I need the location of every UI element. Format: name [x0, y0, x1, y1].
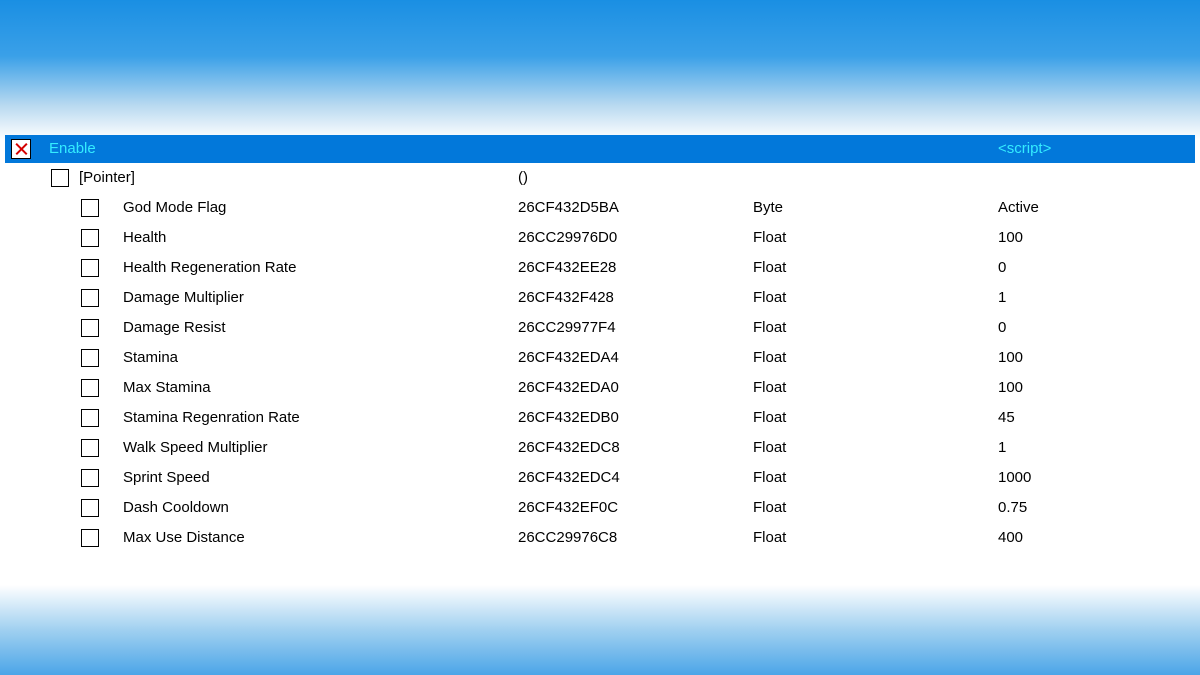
checkbox-pointer[interactable]	[51, 169, 69, 187]
row-description: Health Regeneration Rate	[123, 253, 518, 283]
row-address[interactable]: 26CF432EF0C	[518, 493, 753, 523]
row-description: Dash Cooldown	[123, 493, 518, 523]
row-address[interactable]: 26CF432EE28	[518, 253, 753, 283]
checkbox-row[interactable]	[81, 259, 99, 277]
table-row[interactable]: Max Use Distance26CC29976C8Float400	[5, 523, 1195, 553]
row-type[interactable]: Float	[753, 433, 998, 463]
row-value[interactable]: 0	[998, 313, 1195, 343]
row-value[interactable]: 1000	[998, 463, 1195, 493]
row-value[interactable]: 100	[998, 223, 1195, 253]
pointer-row[interactable]: [Pointer] ()	[5, 163, 1195, 193]
table-row[interactable]: Stamina26CF432EDA4Float100	[5, 343, 1195, 373]
row-type[interactable]: Float	[753, 223, 998, 253]
row-description: Stamina	[123, 343, 518, 373]
row-type[interactable]: Float	[753, 343, 998, 373]
checkbox-row[interactable]	[81, 229, 99, 247]
row-address[interactable]: 26CC29977F4	[518, 313, 753, 343]
table-row[interactable]: Walk Speed Multiplier26CF432EDC8Float1	[5, 433, 1195, 463]
table-row[interactable]: Max Stamina26CF432EDA0Float100	[5, 373, 1195, 403]
row-description: Damage Resist	[123, 313, 518, 343]
row-value[interactable]: 45	[998, 403, 1195, 433]
table-row[interactable]: Damage Resist26CC29977F4Float0	[5, 313, 1195, 343]
row-value[interactable]: 1	[998, 433, 1195, 463]
table-row[interactable]: Damage Multiplier26CF432F428Float1	[5, 283, 1195, 313]
row-address[interactable]: 26CC29976D0	[518, 223, 753, 253]
row-description: Stamina Regenration Rate	[123, 403, 518, 433]
table-row[interactable]: Health26CC29976D0Float100	[5, 223, 1195, 253]
header-row-enable[interactable]: Enable <script>	[5, 135, 1195, 163]
checkbox-row[interactable]	[81, 289, 99, 307]
row-description: Sprint Speed	[123, 463, 518, 493]
table-row[interactable]: Stamina Regenration Rate26CF432EDB0Float…	[5, 403, 1195, 433]
row-type[interactable]: Float	[753, 373, 998, 403]
bottom-gradient-banner	[0, 585, 1200, 675]
row-type[interactable]: Float	[753, 313, 998, 343]
header-label: Enable	[49, 135, 518, 163]
row-value[interactable]: 100	[998, 343, 1195, 373]
row-description: Health	[123, 223, 518, 253]
row-value[interactable]: 0	[998, 253, 1195, 283]
row-address[interactable]: 26CF432EDA4	[518, 343, 753, 373]
row-type[interactable]: Float	[753, 463, 998, 493]
checkbox-row[interactable]	[81, 439, 99, 457]
table-row[interactable]: Health Regeneration Rate26CF432EE28Float…	[5, 253, 1195, 283]
row-address[interactable]: 26CF432EDB0	[518, 403, 753, 433]
row-value[interactable]: 1	[998, 283, 1195, 313]
row-value[interactable]: Active	[998, 193, 1195, 223]
row-address[interactable]: 26CF432EDC8	[518, 433, 753, 463]
row-address[interactable]: 26CF432D5BA	[518, 193, 753, 223]
row-value[interactable]: 100	[998, 373, 1195, 403]
row-description: Damage Multiplier	[123, 283, 518, 313]
checkbox-row[interactable]	[81, 349, 99, 367]
row-type[interactable]: Float	[753, 403, 998, 433]
checkbox-row[interactable]	[81, 529, 99, 547]
pointer-address[interactable]: ()	[518, 163, 753, 193]
header-value[interactable]: <script>	[998, 135, 1195, 163]
row-type[interactable]: Float	[753, 253, 998, 283]
table-row[interactable]: Dash Cooldown26CF432EF0CFloat0.75	[5, 493, 1195, 523]
table-row[interactable]: Sprint Speed26CF432EDC4Float1000	[5, 463, 1195, 493]
top-gradient-banner	[0, 0, 1200, 140]
row-address[interactable]: 26CC29976C8	[518, 523, 753, 553]
close-icon[interactable]	[11, 139, 31, 159]
row-description: Max Use Distance	[123, 523, 518, 553]
row-type[interactable]: Byte	[753, 193, 998, 223]
table-row[interactable]: God Mode Flag26CF432D5BAByteActive	[5, 193, 1195, 223]
checkbox-row[interactable]	[81, 199, 99, 217]
row-value[interactable]: 400	[998, 523, 1195, 553]
checkbox-row[interactable]	[81, 409, 99, 427]
row-address[interactable]: 26CF432EDA0	[518, 373, 753, 403]
row-description: Walk Speed Multiplier	[123, 433, 518, 463]
row-address[interactable]: 26CF432F428	[518, 283, 753, 313]
row-type[interactable]: Float	[753, 493, 998, 523]
checkbox-row[interactable]	[81, 499, 99, 517]
row-description: Max Stamina	[123, 373, 518, 403]
cheat-table: Enable <script> [Pointer] () God Mode Fl…	[5, 135, 1195, 553]
checkbox-row[interactable]	[81, 319, 99, 337]
pointer-label: [Pointer]	[79, 163, 518, 193]
checkbox-row[interactable]	[81, 379, 99, 397]
row-type[interactable]: Float	[753, 283, 998, 313]
row-type[interactable]: Float	[753, 523, 998, 553]
row-description: God Mode Flag	[123, 193, 518, 223]
row-address[interactable]: 26CF432EDC4	[518, 463, 753, 493]
row-value[interactable]: 0.75	[998, 493, 1195, 523]
checkbox-row[interactable]	[81, 469, 99, 487]
